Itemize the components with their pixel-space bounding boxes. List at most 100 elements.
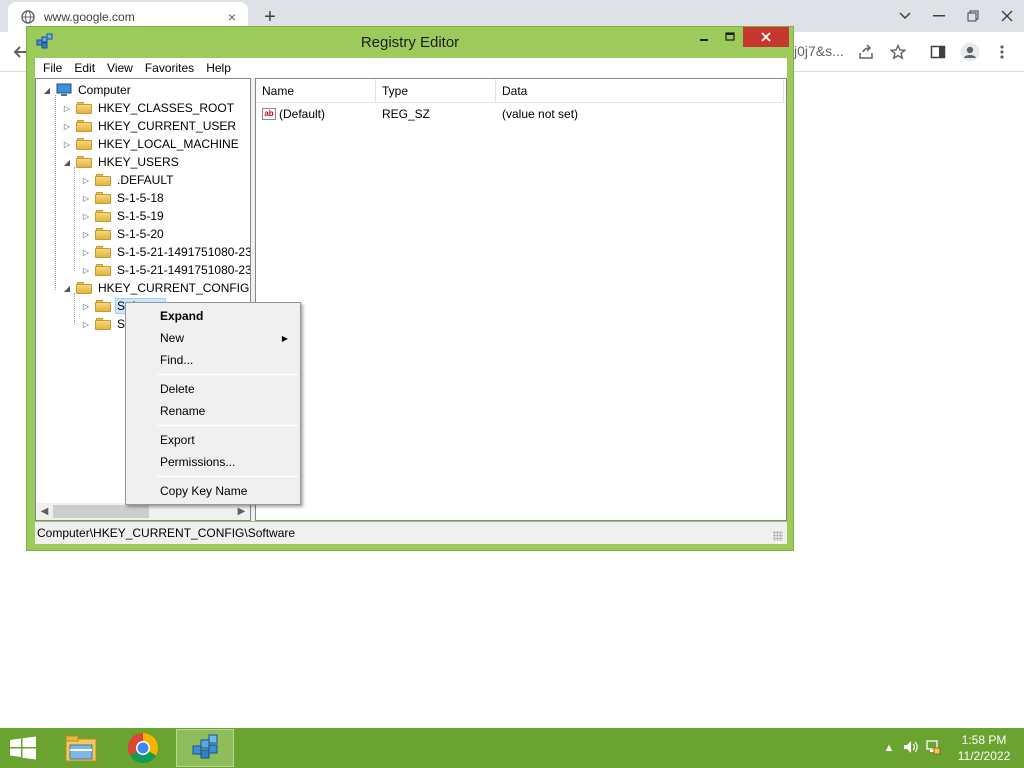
tree-node-s-1-5-21-b[interactable]: ▷ S-1-5-21-1491751080-236 (81, 261, 250, 279)
horizontal-scrollbar[interactable]: ◀ ▶ (36, 503, 250, 520)
collapse-arrow-icon[interactable]: ◢ (42, 86, 52, 95)
tree-connector (74, 293, 75, 325)
menu-item-label: Expand (160, 309, 204, 323)
column-header-data[interactable]: Data (496, 79, 784, 103)
star-icon[interactable] (886, 40, 910, 64)
menu-edit[interactable]: Edit (68, 61, 101, 75)
menu-item-export[interactable]: Export (128, 429, 298, 451)
close-tab-icon[interactable]: × (224, 9, 240, 25)
tree-node-s-1-5-21-a[interactable]: ▷ S-1-5-21-1491751080-236 (81, 243, 250, 261)
share-icon[interactable] (854, 40, 878, 64)
status-bar: Computer\HKEY_CURRENT_CONFIG\Software (35, 522, 787, 544)
menu-item-label: Rename (160, 404, 206, 418)
volume-icon[interactable] (900, 740, 922, 757)
resize-grip-icon[interactable] (773, 531, 783, 541)
menu-separator (156, 476, 298, 477)
value-name: (Default) (279, 107, 326, 121)
regedit-taskbar-icon[interactable] (176, 729, 234, 767)
restore-icon[interactable] (956, 0, 990, 32)
expand-arrow-icon[interactable]: ▷ (62, 104, 72, 113)
scroll-right-icon[interactable]: ▶ (233, 503, 250, 520)
tree-node-hkcc[interactable]: ◢ HKEY_CURRENT_CONFIG (62, 279, 250, 297)
expand-arrow-icon[interactable]: ▷ (81, 176, 91, 185)
menu-item-delete[interactable]: Delete (128, 378, 298, 400)
close-button[interactable] (743, 27, 789, 47)
maximize-button[interactable] (717, 27, 743, 47)
context-menu: Expand New ▶ Find... Delete Rename Export… (125, 302, 301, 505)
menu-file[interactable]: File (37, 61, 68, 75)
collapse-arrow-icon[interactable]: ◢ (62, 284, 72, 293)
clock[interactable]: 1:58 PM 11/2/2022 (944, 732, 1024, 764)
menu-help[interactable]: Help (200, 61, 237, 75)
tree-node-s-1-5-19[interactable]: ▷ S-1-5-19 (81, 207, 166, 225)
tree-label: S-1-5-20 (117, 227, 164, 241)
menu-item-label: Copy Key Name (160, 484, 248, 498)
collapse-arrow-icon[interactable]: ◢ (62, 158, 72, 167)
folder-icon (95, 174, 111, 186)
expand-arrow-icon[interactable]: ▷ (81, 248, 91, 257)
taskbar: ▲ 1:58 PM 11/2/2022 (0, 728, 1024, 768)
scroll-left-icon[interactable]: ◀ (36, 503, 53, 520)
string-value-icon: ab (262, 108, 276, 120)
tree-node-s-1-5-20[interactable]: ▷ S-1-5-20 (81, 225, 166, 243)
menu-item-expand[interactable]: Expand (128, 305, 298, 327)
menu-view[interactable]: View (101, 61, 139, 75)
folder-icon (95, 210, 111, 222)
menu-item-permissions[interactable]: Permissions... (128, 451, 298, 473)
value-row[interactable]: ab (Default) REG_SZ (value not set) (256, 103, 786, 125)
tree-node-hkcu[interactable]: ▷ HKEY_CURRENT_USER (62, 117, 238, 135)
expand-arrow-icon[interactable]: ▷ (81, 194, 91, 203)
menu-item-rename[interactable]: Rename (128, 400, 298, 422)
tree-node-computer[interactable]: ◢ Computer (42, 81, 133, 99)
windows-start-icon[interactable] (8, 736, 40, 760)
expand-arrow-icon[interactable]: ▷ (62, 140, 72, 149)
profile-avatar-icon[interactable] (958, 40, 982, 64)
column-header-type[interactable]: Type (376, 79, 496, 103)
tree-label: HKEY_CURRENT_CONFIG (98, 281, 250, 295)
values-list[interactable]: Name Type Data ab (Default) REG_SZ (valu… (255, 78, 787, 521)
chevron-down-icon[interactable] (888, 0, 922, 32)
submenu-arrow-icon: ▶ (281, 333, 288, 343)
clock-date: 11/2/2022 (957, 749, 1011, 763)
scroll-thumb[interactable] (53, 505, 149, 518)
chrome-taskbar-icon[interactable] (114, 729, 172, 767)
expand-arrow-icon[interactable]: ▷ (62, 122, 72, 131)
show-hidden-icons-icon[interactable]: ▲ (878, 742, 900, 754)
tree-node-hkcr[interactable]: ▷ HKEY_CLASSES_ROOT (62, 99, 236, 117)
expand-arrow-icon[interactable]: ▷ (81, 320, 91, 329)
menu-favorites[interactable]: Favorites (139, 61, 200, 75)
expand-arrow-icon[interactable]: ▷ (81, 212, 91, 221)
tree-node-hku[interactable]: ◢ HKEY_USERS (62, 153, 181, 171)
more-menu-icon[interactable] (990, 40, 1014, 64)
window-titlebar[interactable]: Registry Editor (27, 27, 793, 57)
minimize-button[interactable] (691, 27, 717, 47)
new-tab-button[interactable]: + (258, 6, 282, 28)
expand-arrow-icon[interactable]: ▷ (81, 230, 91, 239)
folder-icon (95, 228, 111, 240)
tree-connector (55, 95, 56, 290)
expand-arrow-icon[interactable]: ▷ (81, 266, 91, 275)
column-header-name[interactable]: Name (256, 79, 376, 103)
tree-node-hklm[interactable]: ▷ HKEY_LOCAL_MACHINE (62, 135, 241, 153)
menu-item-new[interactable]: New ▶ (128, 327, 298, 349)
address-bar-text[interactable]: j0j7&s... (794, 43, 844, 59)
tree-node-default[interactable]: ▷ .DEFAULT (81, 171, 175, 189)
system-tray: ▲ 1:58 PM 11/2/2022 (878, 728, 1024, 768)
value-name-cell: ab (Default) (256, 107, 376, 121)
network-icon[interactable] (922, 739, 944, 758)
expand-arrow-icon[interactable]: ▷ (81, 302, 91, 311)
minimize-icon[interactable] (922, 0, 956, 32)
side-panel-icon[interactable] (926, 40, 950, 64)
folder-icon (76, 156, 92, 168)
tree-node-s-1-5-18[interactable]: ▷ S-1-5-18 (81, 189, 166, 207)
folder-icon (95, 246, 111, 258)
tree-label: HKEY_LOCAL_MACHINE (98, 137, 239, 151)
tree-label: HKEY_USERS (98, 155, 179, 169)
menu-separator (156, 425, 298, 426)
menu-item-find[interactable]: Find... (128, 349, 298, 371)
file-explorer-taskbar-icon[interactable] (52, 729, 110, 767)
menu-item-copy-key-name[interactable]: Copy Key Name (128, 480, 298, 502)
folder-icon (95, 300, 111, 312)
close-icon[interactable] (990, 0, 1024, 32)
computer-icon (56, 83, 72, 97)
